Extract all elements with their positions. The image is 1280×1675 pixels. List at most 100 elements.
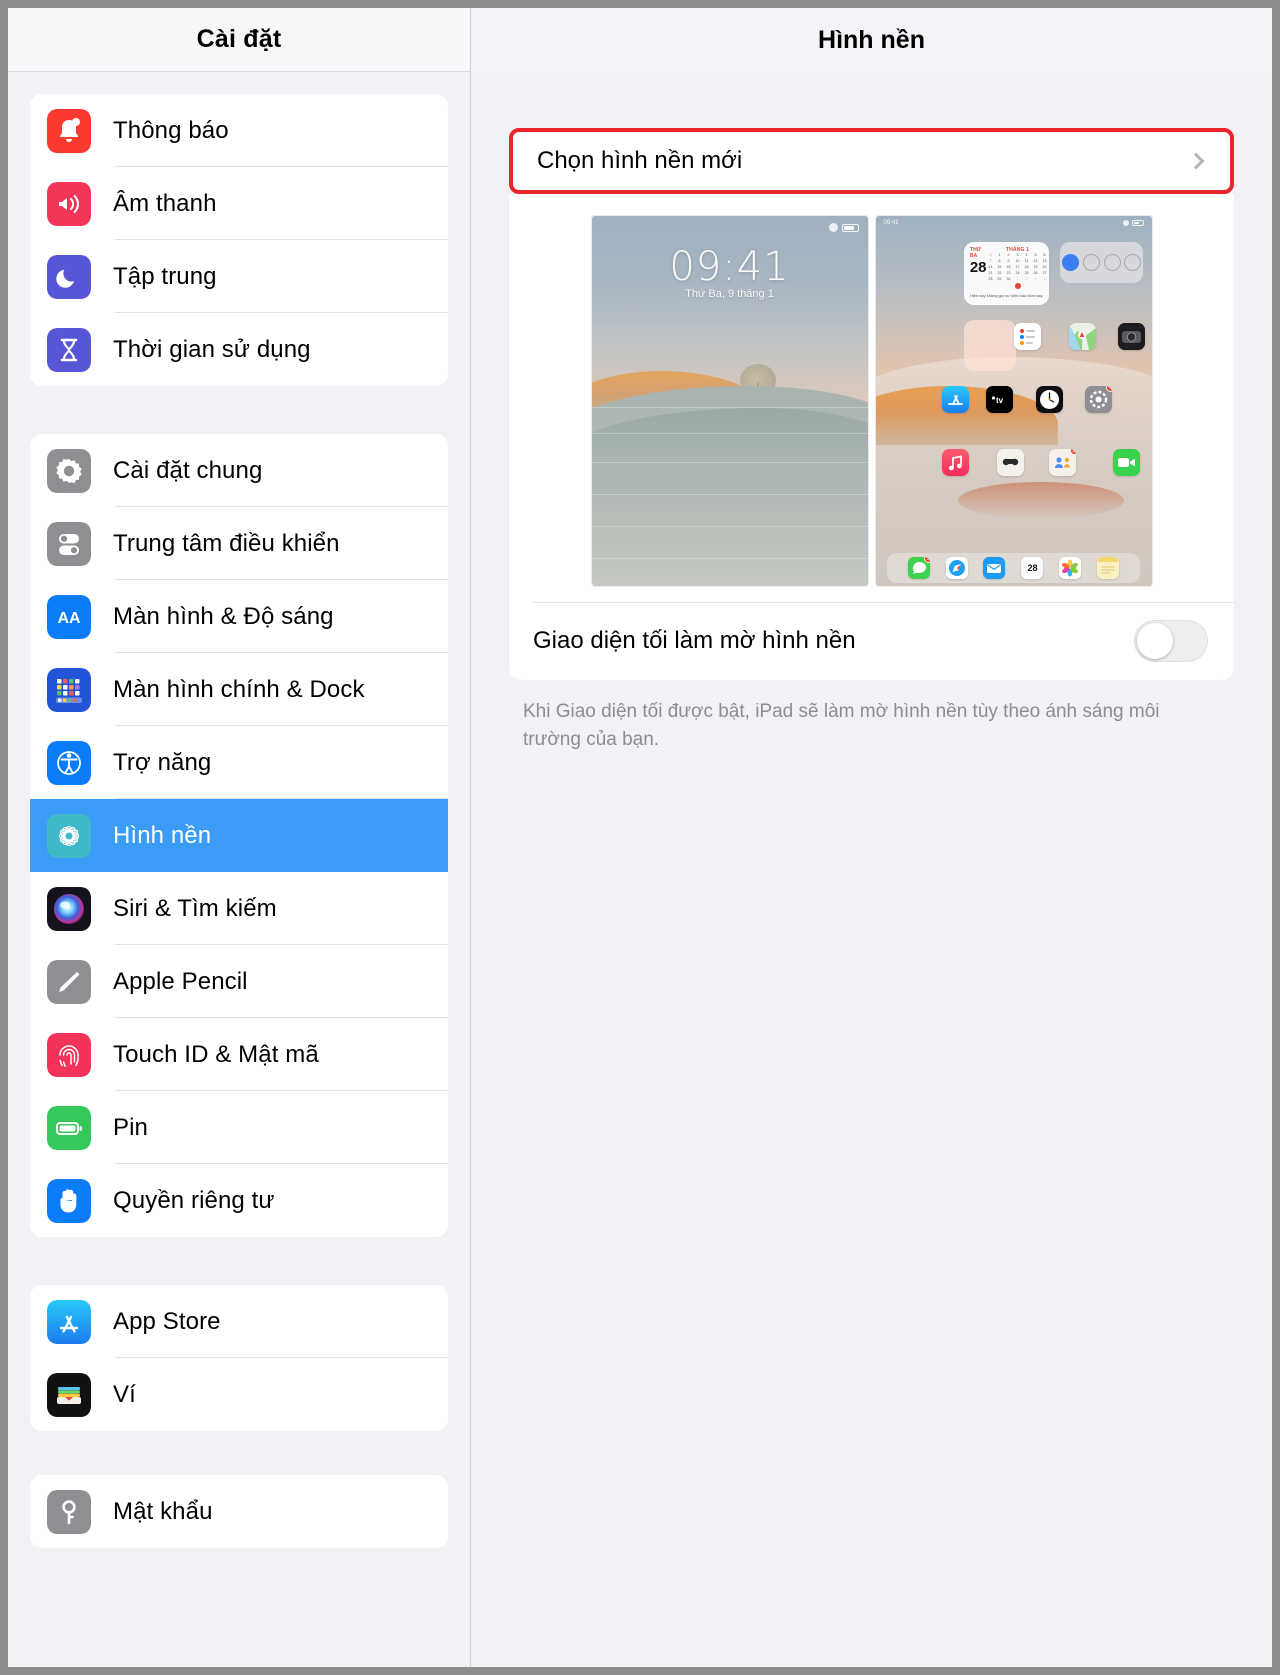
sidebar-item-app-store[interactable]: App Store	[30, 1285, 448, 1358]
calendar-today-marker	[1014, 282, 1021, 289]
notes-icon[interactable]	[1097, 557, 1120, 579]
sidebar-item-siri-search[interactable]: Siri & Tìm kiếm	[30, 872, 448, 945]
wifi-icon	[828, 223, 838, 232]
apple-tv-icon[interactable]: tv Apple TV	[985, 386, 1013, 414]
sidebar-item-label: Apple Pencil	[113, 967, 248, 995]
sidebar-item-home-screen-dock[interactable]: Màn hình chính & Dock	[30, 653, 448, 726]
sidebar-item-label: Cài đặt chung	[113, 456, 263, 484]
calendar-weekday-wrap: THỨ BA 28	[970, 247, 987, 289]
lock-screen-clock: 09:41	[669, 244, 790, 290]
sidebar-item-label: Touch ID & Mật mã	[113, 1040, 319, 1068]
sidebar-item-label: Tập trung	[113, 262, 217, 290]
shortcut-circle-icon	[1103, 253, 1121, 271]
settings-icon[interactable]: 1 Cài đặt	[1085, 386, 1113, 414]
svg-text:tv: tv	[996, 396, 1004, 405]
rock-layer-near	[591, 408, 868, 586]
sidebar-item-display-brightness[interactable]: AA Màn hình & Độ sáng	[30, 580, 448, 653]
sidebar-header: Cài đặt	[8, 8, 470, 72]
sidebar-item-label: Hình nền	[113, 821, 212, 849]
sidebar-item-privacy[interactable]: Quyền riêng tư	[30, 1164, 448, 1237]
calendar-note: Hiện nay không gọi sự kiện nào hôm nay.	[969, 292, 1044, 298]
sidebar-item-control-center[interactable]: Trung tâm điều khiển	[30, 507, 448, 580]
battery-status-icon	[1131, 220, 1144, 226]
wifi-icon	[1122, 220, 1129, 226]
lock-screen-preview[interactable]: 09:41 Thứ Ba, 9 tháng 1	[591, 216, 868, 586]
choose-new-wallpaper-label: Chọn hình nền mới	[537, 147, 743, 174]
sidebar-item-apple-pencil[interactable]: Apple Pencil	[30, 945, 448, 1018]
calendar-month-grid: THÁNG 1 31 1 2 3 4 5 6 7 8 9 10 11 12 13 14 15 16 17 18 1…	[987, 247, 1049, 289]
detail-header: Hình nền	[471, 8, 1272, 72]
sidebar-item-label: Âm thanh	[113, 189, 217, 217]
privacy-hand-icon	[47, 1178, 91, 1223]
home-status-time: 09:41	[883, 220, 899, 226]
footer-note: Khi Giao diện tối được bật, iPad sẽ làm …	[523, 701, 1160, 750]
blank-widget[interactable]	[963, 319, 1017, 372]
sidebar-item-label: App Store	[113, 1307, 221, 1335]
sidebar-item-touch-id-passcode[interactable]: Touch ID & Mật mã	[30, 1018, 448, 1091]
sidebar-item-label: Màn hình & Độ sáng	[113, 602, 334, 630]
sidebar-item-label: Thông báo	[113, 116, 229, 144]
screentime-icon	[47, 327, 91, 372]
app-store-icon[interactable]: App Store	[941, 386, 969, 414]
photos-icon[interactable]	[1059, 557, 1082, 579]
sidebar-item-label: Quyền riêng tư	[113, 1186, 275, 1214]
settings-sidebar: Cài đặt Thông báo Âm thanh Tập trung Thờ…	[8, 8, 471, 1667]
camera-icon[interactable]: Camera	[1118, 323, 1146, 351]
wallet-icon	[47, 1372, 91, 1417]
dark-mode-dim-toggle[interactable]	[1134, 620, 1208, 662]
toggle-knob	[1137, 623, 1173, 659]
safari-icon[interactable]	[945, 557, 968, 579]
sidebar-item-screen-time[interactable]: Thời gian sử dụng	[30, 313, 448, 386]
podcasts-icon[interactable]: Tin nhắn	[996, 449, 1024, 477]
choose-new-wallpaper-button[interactable]: Chọn hình nền mới	[509, 128, 1234, 194]
contacts-icon[interactable]: 14 Đồng hồ	[1049, 449, 1077, 477]
choose-wallpaper-wrapper: Chọn hình nền mới	[509, 128, 1234, 194]
sidebar-item-battery[interactable]: Pin	[30, 1091, 448, 1164]
sidebar-item-accessibility[interactable]: Trợ năng	[30, 726, 448, 799]
svg-text:AA: AA	[57, 610, 81, 627]
shortcut-circle-icon	[1124, 253, 1142, 271]
sidebar-item-label: Thời gian sử dụng	[113, 335, 311, 363]
home-screen-dock: 3 28	[886, 553, 1141, 583]
mail-icon[interactable]	[983, 557, 1006, 579]
shortcuts-widget[interactable]	[1060, 241, 1144, 283]
sidebar-item-wallpaper[interactable]: Hình nền	[30, 799, 448, 872]
clock-icon[interactable]: Đồng hồ	[1035, 386, 1063, 414]
notification-badge: 1	[1106, 386, 1113, 393]
maps-icon[interactable]: Bản đồ	[1068, 323, 1096, 351]
apple-pencil-icon	[47, 959, 91, 1004]
calendar-icon[interactable]: 28	[1021, 557, 1044, 579]
sidebar-item-label: Trung tâm điều khiển	[113, 529, 340, 557]
sidebar-item-label: Màn hình chính & Dock	[113, 675, 365, 703]
sidebar-item-wallet[interactable]: Ví	[30, 1358, 448, 1431]
home-screen-preview[interactable]: 09:41 THỨ BA 28 THÁNG 1 31 1 2 3 4 5 6 7…	[875, 216, 1152, 586]
shortcut-circle-icon	[1082, 253, 1100, 271]
control-center-icon	[47, 521, 91, 566]
sidebar-item-passwords[interactable]: Mật khẩu	[30, 1475, 448, 1548]
dark-mode-dim-wallpaper-row[interactable]: Giao diện tối làm mờ hình nền	[509, 602, 1234, 680]
page-title: Cài đặt	[196, 25, 282, 53]
facetime-icon[interactable]: FaceTime	[1112, 449, 1140, 477]
battery-status-icon	[841, 223, 859, 232]
sidebar-item-sounds[interactable]: Âm thanh	[30, 167, 448, 240]
home-screen-dock-icon	[47, 667, 91, 712]
calendar-day-number: 28	[969, 258, 987, 276]
display-brightness-icon: AA	[47, 594, 91, 639]
sidebar-item-label: Mật khẩu	[113, 1497, 213, 1525]
sidebar-item-notifications[interactable]: Thông báo	[30, 94, 448, 167]
messages-icon[interactable]: 3	[907, 557, 930, 579]
music-icon[interactable]: Nhạc	[941, 449, 969, 477]
reminders-icon[interactable]: Lời nhắc	[1013, 323, 1041, 351]
sidebar-item-focus[interactable]: Tập trung	[30, 240, 448, 313]
wallpaper-icon	[47, 813, 91, 858]
gear-icon	[47, 448, 91, 493]
wallpaper-previews-card: 09:41 Thứ Ba, 9 tháng 1 09:41 THỨ BA 28 …	[509, 194, 1234, 602]
calendar-widget[interactable]: THỨ BA 28 THÁNG 1 31 1 2 3 4 5 6 7 8 9 10 11 12 13 1…	[963, 241, 1050, 305]
sidebar-item-general[interactable]: Cài đặt chung	[30, 434, 448, 507]
settings-group-2: Cài đặt chung Trung tâm điều khiển AA Mà…	[30, 434, 448, 1237]
touch-id-icon	[47, 1032, 91, 1077]
home-status-icons	[1122, 220, 1144, 226]
focus-icon	[47, 254, 91, 299]
siri-icon	[47, 886, 91, 931]
